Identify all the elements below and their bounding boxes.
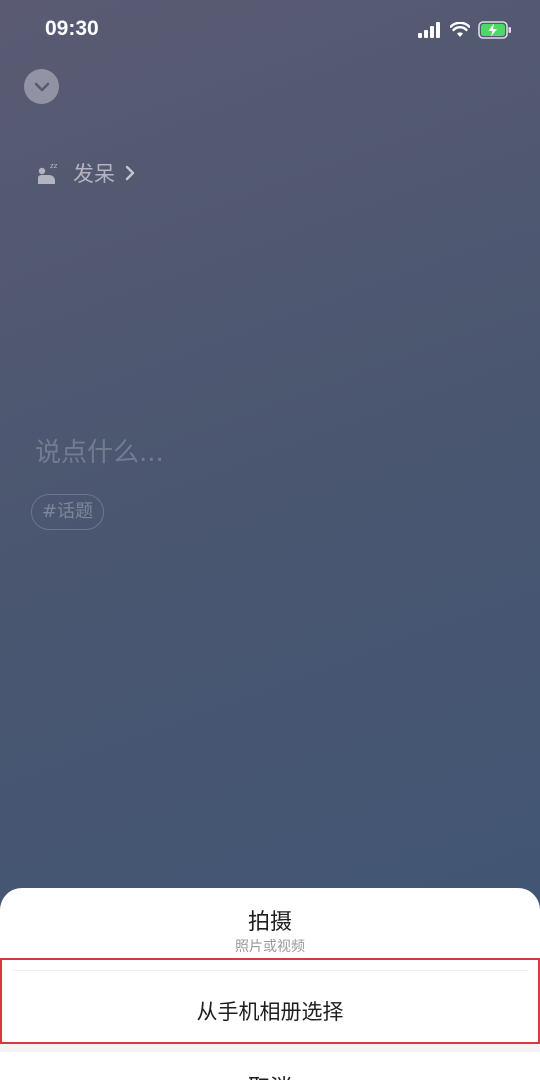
mood-label: 发呆 xyxy=(73,162,115,186)
album-label: 从手机相册选择 xyxy=(196,1000,344,1024)
sheet-separator xyxy=(0,1044,540,1052)
wifi-icon xyxy=(450,22,470,37)
collapse-button[interactable] xyxy=(24,69,59,104)
svg-text:zz: zz xyxy=(50,162,58,170)
album-option[interactable]: 从手机相册选择 xyxy=(0,958,540,1044)
shoot-option[interactable]: 拍摄 照片或视频 xyxy=(0,888,540,956)
action-sheet: 拍摄 照片或视频 从手机相册选择 取消 xyxy=(0,888,540,1080)
status-icons xyxy=(418,19,512,41)
signal-icon xyxy=(418,22,440,38)
cancel-label: 取消 xyxy=(0,1070,540,1080)
shoot-subtitle: 照片或视频 xyxy=(235,939,305,955)
shoot-title: 拍摄 xyxy=(247,910,292,935)
topic-button[interactable]: #话题 xyxy=(31,494,105,530)
status-time: 09:30 xyxy=(45,17,99,40)
mood-selector[interactable]: zz 发呆 xyxy=(35,158,135,188)
cancel-button[interactable]: 取消 xyxy=(0,1052,540,1080)
status-bar: 09:30 xyxy=(0,0,540,60)
chevron-down-icon xyxy=(34,82,49,91)
sleeping-person-icon: zz xyxy=(38,162,58,184)
battery-charging-icon xyxy=(478,21,511,39)
chevron-right-icon xyxy=(125,165,135,181)
compose-input[interactable]: 说点什么... xyxy=(35,432,164,469)
